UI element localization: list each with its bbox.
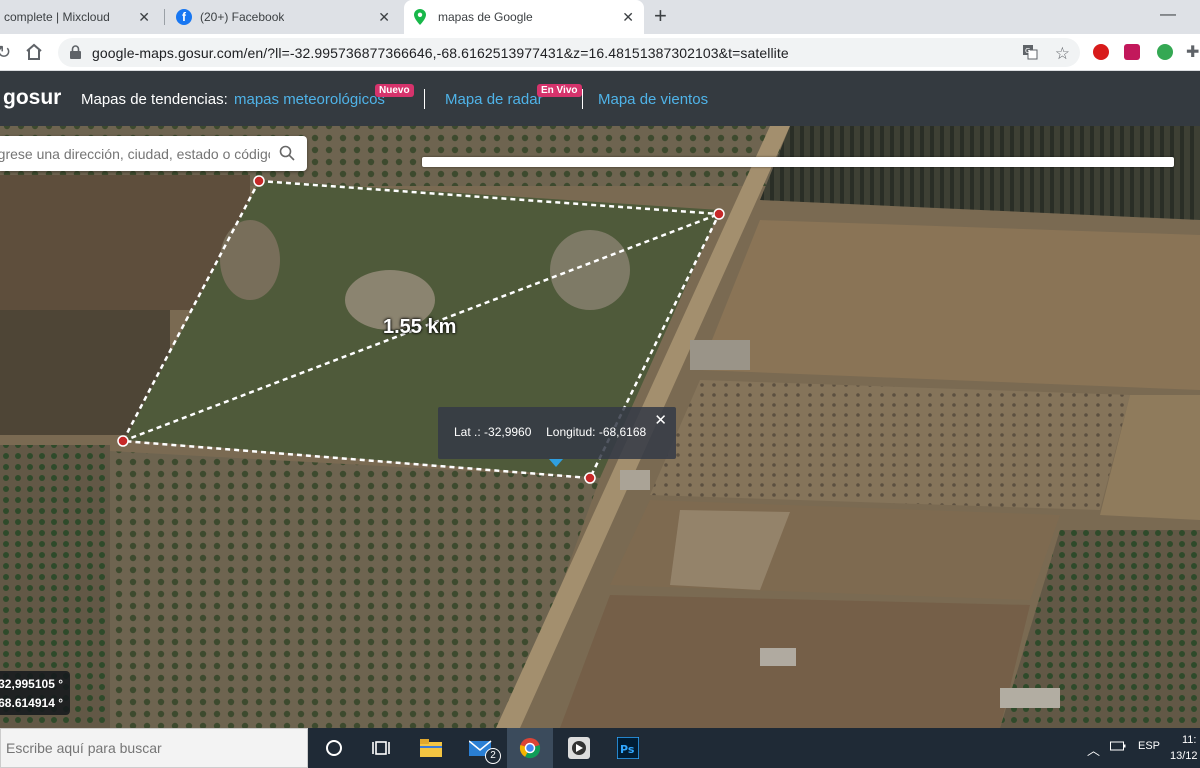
address-bar[interactable]: google-maps.gosur.com/en/?ll=-32.9957368… <box>58 38 1080 67</box>
chevron-up-icon[interactable]: ︿ <box>1087 740 1100 759</box>
new-tab-icon[interactable]: + <box>654 5 667 27</box>
coordinate-popup: Lat .: -32,9960 Longitud: -68,6168 ✕ <box>438 407 676 459</box>
clock-date: 13/12 <box>1170 750 1198 762</box>
windows-taskbar: 2 Ps ︿ ESP 11: 13/12 <box>0 728 1200 768</box>
facebook-icon: f <box>176 9 192 25</box>
tab-facebook[interactable]: f (20+) Facebook ✕ <box>168 0 400 34</box>
taskbar-search[interactable] <box>0 728 308 768</box>
site-header: gosur Mapas de tendencias: mapas meteoro… <box>0 71 1200 126</box>
media-app-icon[interactable] <box>567 736 591 760</box>
cortana-icon[interactable] <box>322 736 346 760</box>
puzzle-extensions-icon[interactable]: ✚ <box>1186 43 1199 63</box>
extension-abp-icon[interactable] <box>1124 44 1140 60</box>
clock-time: 11: <box>1182 734 1197 746</box>
checkmark-extension-icon[interactable] <box>1157 44 1173 60</box>
browser-toolbar: ↻ google-maps.gosur.com/en/?ll=-32.99573… <box>0 34 1200 71</box>
nav-wind-map[interactable]: Mapa de vientos <box>598 91 708 108</box>
lock-icon <box>70 45 81 59</box>
chrome-icon <box>518 736 542 760</box>
close-icon[interactable]: ✕ <box>378 10 390 24</box>
new-badge: Nuevo <box>375 84 414 97</box>
lon-label: Longitud: <box>546 425 596 439</box>
system-clock[interactable]: 11: 13/12 <box>1170 732 1200 764</box>
file-explorer-icon[interactable] <box>419 736 443 760</box>
svg-text:G: G <box>1025 47 1030 55</box>
mail-badge: 2 <box>485 748 501 764</box>
live-badge: En Vivo <box>537 84 582 97</box>
tab-divider <box>164 9 165 25</box>
coord-lat: -32,995105 ° <box>0 677 63 691</box>
loading-bar <box>422 157 1174 167</box>
lat-label: Lat .: <box>454 425 481 439</box>
tab-title: (20+) Facebook <box>200 10 285 24</box>
taskbar-search-input[interactable] <box>1 729 301 767</box>
tab-mixcloud[interactable]: complete | Mixcloud ✕ <box>0 0 160 34</box>
browser-tab-strip: complete | Mixcloud ✕ f (20+) Facebook ✕… <box>0 0 1200 34</box>
task-view-icon[interactable] <box>369 736 393 760</box>
nav-divider <box>424 89 425 109</box>
address-search[interactable] <box>0 136 307 171</box>
reload-icon[interactable]: ↻ <box>0 42 11 62</box>
photoshop-icon[interactable]: Ps <box>616 736 640 760</box>
lat-value: -32,9960 <box>484 425 532 439</box>
minimize-icon[interactable]: — <box>1160 6 1176 24</box>
tab-title: complete | Mixcloud <box>4 10 110 24</box>
svg-text:Ps: Ps <box>620 743 635 756</box>
map-pin-icon <box>412 9 428 25</box>
tab-google-maps[interactable]: mapas de Google ✕ <box>404 0 644 34</box>
popup-coordinates: Lat .: -32,9960 Longitud: -68,6168 <box>454 425 646 439</box>
nav-weather-maps[interactable]: mapas meteorológicos <box>234 91 385 108</box>
battery-icon[interactable] <box>1110 740 1126 755</box>
popup-pointer <box>549 459 563 467</box>
adblock-icon[interactable] <box>1093 44 1109 60</box>
close-icon[interactable]: ✕ <box>622 10 634 24</box>
language-indicator[interactable]: ESP <box>1138 740 1160 752</box>
search-input[interactable] <box>0 136 270 171</box>
nav-radar-map[interactable]: Mapa de radar <box>445 91 543 108</box>
chrome-taskbar-button[interactable] <box>507 728 553 768</box>
bookmark-star-icon[interactable]: ☆ <box>1055 44 1070 64</box>
trends-label: Mapas de tendencias: <box>81 91 228 108</box>
cursor-coordinates: -32,995105 ° -68.614914 ° <box>0 671 70 715</box>
tab-title: mapas de Google <box>438 10 533 24</box>
close-icon[interactable]: ✕ <box>138 10 150 24</box>
translate-icon[interactable]: G <box>1022 44 1038 64</box>
lon-value: -68,6168 <box>598 425 647 439</box>
distance-label: 1.55 km <box>383 316 457 338</box>
close-icon[interactable]: ✕ <box>654 411 667 429</box>
coord-lon: -68.614914 ° <box>0 696 63 710</box>
site-logo[interactable]: gosur <box>3 86 61 110</box>
home-icon[interactable] <box>24 42 44 66</box>
search-icon[interactable] <box>279 145 295 161</box>
url-text: google-maps.gosur.com/en/?ll=-32.9957368… <box>92 45 789 61</box>
nav-divider <box>582 89 583 109</box>
